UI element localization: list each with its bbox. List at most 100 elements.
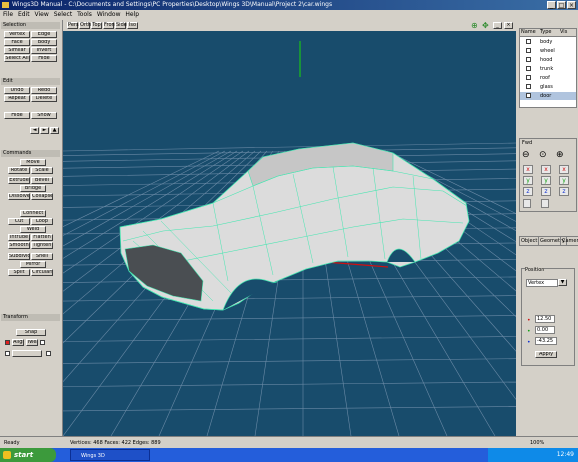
invert-button[interactable]: Invert [31, 47, 57, 54]
red-x-button[interactable]: x [541, 165, 551, 174]
taskbar-task-wings[interactable]: Wings 3D [70, 449, 150, 461]
green-y-button[interactable]: y [559, 176, 569, 185]
view-ortho-button[interactable]: Ortho [79, 22, 94, 29]
list-header[interactable]: Type [540, 29, 551, 36]
tab-object[interactable]: Object [519, 236, 540, 246]
blue-z-button[interactable]: z [559, 187, 569, 196]
zoom-icon[interactable]: ⊕ [471, 21, 478, 30]
visibility-check[interactable] [526, 84, 531, 89]
viewport-close-icon[interactable]: × [504, 22, 513, 29]
menu-view[interactable]: View [35, 10, 49, 20]
arrow-button[interactable]: ▲ [50, 127, 59, 134]
loop-button[interactable]: Loop [31, 218, 53, 225]
show-button[interactable]: Show [31, 112, 57, 119]
red-check[interactable] [5, 340, 10, 345]
view-persp-button[interactable]: Persp [67, 22, 82, 29]
similar-button[interactable]: Similar [4, 47, 30, 54]
red-x-button[interactable]: x [523, 165, 533, 174]
position-x-field[interactable]: 12.50 [535, 315, 555, 323]
mode-select[interactable]: Vertex [526, 279, 558, 287]
tweak-button[interactable]: Tweak [26, 339, 38, 346]
list-item[interactable]: hood [520, 56, 576, 64]
list-header[interactable]: Vis [560, 29, 567, 36]
cut-button[interactable]: Cut [8, 218, 30, 225]
subdivide-button[interactable]: Subdivide [8, 253, 30, 260]
green-y-button[interactable]: y [523, 176, 533, 185]
tighten-button[interactable]: Tighten [31, 242, 53, 249]
car-mesh[interactable] [119, 142, 470, 311]
tool-button[interactable] [12, 350, 42, 357]
red-x-button[interactable]: x [559, 165, 569, 174]
undo-button[interactable]: Undo [4, 87, 30, 94]
menu-window[interactable]: Window [97, 10, 121, 20]
view-front-button[interactable]: Front [103, 22, 117, 29]
menu-select[interactable]: Select [54, 10, 73, 20]
repeat-button[interactable]: Repeat [4, 95, 30, 102]
visibility-check[interactable] [526, 75, 531, 80]
edge-button[interactable]: Edge [31, 31, 57, 38]
list-item[interactable]: wheel [520, 47, 576, 55]
circularize-button[interactable]: Circularize [31, 269, 53, 276]
bevel-button[interactable]: Bevel [31, 177, 53, 184]
view-side-button[interactable]: Side [115, 22, 127, 29]
viewport-minimize-icon[interactable]: _ [493, 22, 502, 29]
scale-button[interactable]: Scale [31, 167, 53, 174]
collapse-button[interactable]: Collapse [31, 193, 53, 200]
start-button[interactable]: start [0, 448, 56, 462]
blue-z-button[interactable]: z [541, 187, 551, 196]
arrow-button[interactable]: ► [40, 127, 49, 134]
intrude-button[interactable]: Intrude [8, 234, 30, 241]
menu-help[interactable]: Help [125, 10, 139, 20]
redo-button[interactable]: Redo [31, 87, 57, 94]
align-button[interactable]: Align [12, 339, 24, 346]
connect-button[interactable]: Connect [20, 210, 46, 217]
visibility-check[interactable] [526, 57, 531, 62]
mirror-button[interactable]: Mirror [20, 261, 46, 268]
menu-tools[interactable]: Tools [77, 10, 92, 20]
list-item[interactable]: door [520, 92, 576, 100]
menu-edit[interactable]: Edit [18, 10, 30, 20]
3d-viewport[interactable] [63, 31, 516, 436]
minimize-icon[interactable]: _ [547, 1, 556, 9]
maximize-icon[interactable]: □ [557, 1, 566, 9]
small-button[interactable] [523, 199, 531, 208]
list-item[interactable]: trunk [520, 65, 576, 73]
delete-button[interactable]: Delete [31, 95, 57, 102]
flatten-button[interactable]: Flatten [31, 234, 53, 241]
list-header[interactable]: Name [521, 29, 536, 36]
menu-file[interactable]: File [3, 10, 13, 20]
apply-button[interactable]: Apply [535, 351, 557, 358]
nav-left-icon[interactable]: ⊖ [522, 150, 530, 160]
list-item[interactable]: roof [520, 74, 576, 82]
shell-button[interactable]: Shell [31, 253, 53, 260]
split-button[interactable]: Split [8, 269, 30, 276]
move-button[interactable]: Move [20, 159, 46, 166]
weld-button[interactable]: Weld [20, 226, 46, 233]
extrude-button[interactable]: Extrude [8, 177, 30, 184]
green-y-button[interactable]: y [541, 176, 551, 185]
nav-right-icon[interactable]: ⊕ [556, 150, 564, 160]
dropdown-arrow-icon[interactable]: ▼ [558, 279, 567, 286]
tab-camera[interactable]: Camera [560, 236, 578, 246]
select-all-button[interactable]: Select All [4, 55, 30, 62]
view-iso-button[interactable]: Iso [127, 22, 138, 29]
nav-center-icon[interactable]: ⊙ [539, 150, 547, 160]
position-z-field[interactable]: -43.25 [535, 337, 557, 345]
body-button[interactable]: Body [31, 39, 57, 46]
rotate-button[interactable]: Rotate [8, 167, 30, 174]
close-icon[interactable]: × [567, 1, 576, 9]
smooth-button[interactable]: Smooth [8, 242, 30, 249]
list-item[interactable]: body [520, 38, 576, 46]
face-button[interactable]: Face [4, 39, 30, 46]
dissolve-button[interactable]: Dissolve [8, 193, 30, 200]
checkbox[interactable] [5, 351, 10, 356]
snap-button[interactable]: Snap [16, 329, 46, 336]
hide-button[interactable]: Hide [4, 112, 30, 119]
visibility-check[interactable] [526, 39, 531, 44]
vertex-button[interactable]: Vertex [4, 31, 30, 38]
visibility-check[interactable] [526, 93, 531, 98]
view-top-button[interactable]: Top [91, 22, 102, 29]
checkbox[interactable] [40, 340, 45, 345]
bridge-button[interactable]: Bridge [20, 185, 46, 192]
visibility-check[interactable] [526, 48, 531, 53]
